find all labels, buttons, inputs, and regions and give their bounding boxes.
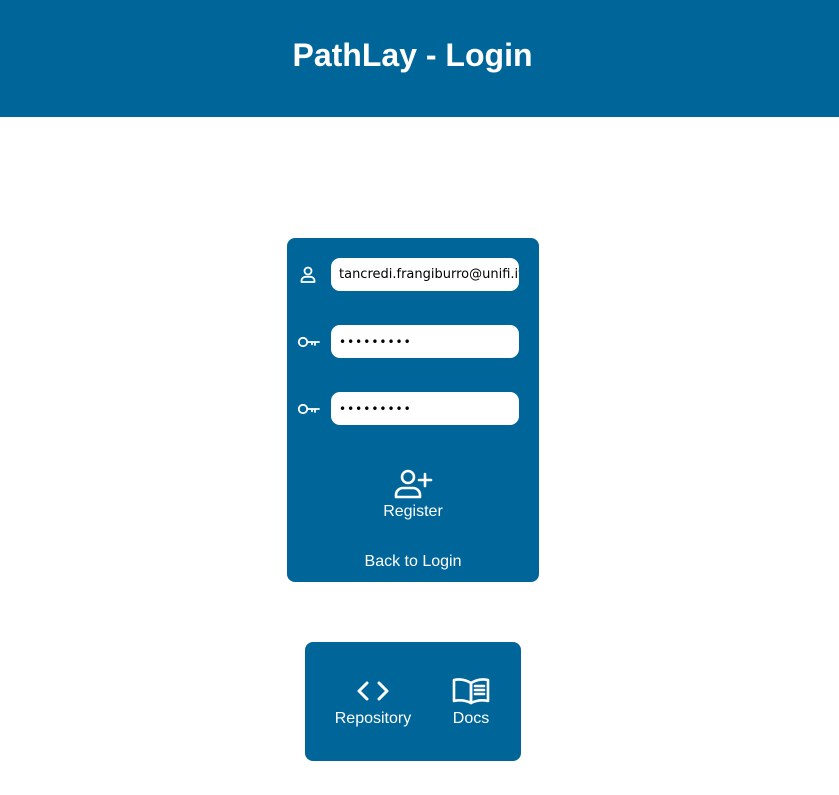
user-plus-icon: [394, 469, 433, 499]
code-icon: [357, 681, 389, 701]
password-input[interactable]: [331, 325, 519, 358]
page-header: PathLay - Login: [0, 0, 839, 117]
footer-links: Repository Docs: [305, 642, 521, 761]
username-row: [287, 258, 539, 291]
confirm-password-input[interactable]: [331, 392, 519, 425]
repository-link[interactable]: Repository: [331, 676, 415, 728]
username-input[interactable]: [331, 258, 519, 291]
back-to-login-link[interactable]: Back to Login: [287, 553, 539, 571]
password-row: [287, 325, 539, 358]
key-icon: [297, 398, 320, 420]
register-label: Register: [383, 503, 443, 520]
repository-label: Repository: [334, 710, 412, 727]
register-form: Register Back to Login: [287, 238, 539, 582]
key-icon: [297, 331, 320, 353]
register-button[interactable]: Register: [363, 468, 463, 524]
docs-link[interactable]: Docs: [445, 676, 497, 728]
book-icon: [452, 678, 490, 705]
confirm-password-row: [287, 392, 539, 425]
user-icon: [297, 264, 319, 286]
page-title: PathLay - Login: [292, 37, 533, 73]
docs-label: Docs: [452, 710, 490, 727]
